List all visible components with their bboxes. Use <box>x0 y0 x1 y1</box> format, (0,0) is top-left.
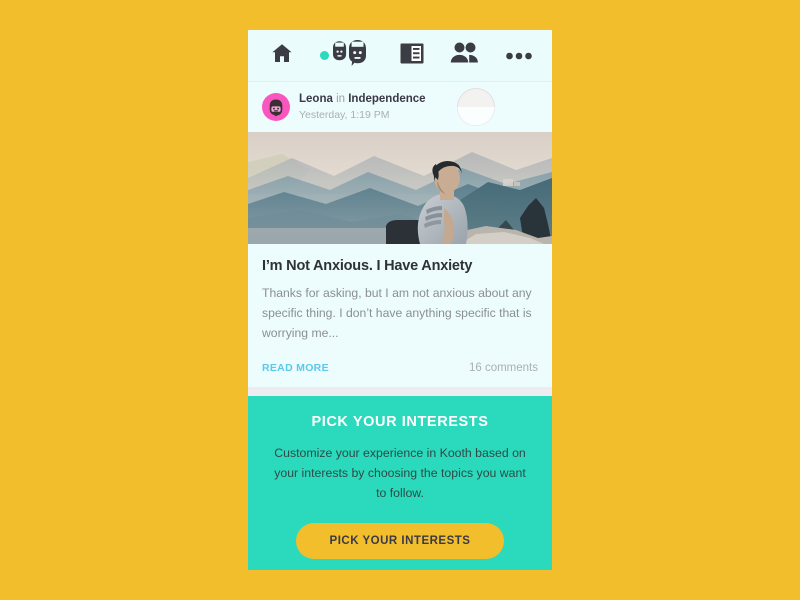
post-byline: Leona in Independence <box>299 92 426 106</box>
more-icon <box>506 47 532 65</box>
comment-count[interactable]: 16 comments <box>469 362 538 374</box>
post-group[interactable]: Independence <box>348 93 425 105</box>
post-timestamp: Yesterday, 1:19 PM <box>299 108 390 121</box>
chat-icon <box>332 40 374 71</box>
nav-item-chat[interactable] <box>320 40 374 71</box>
post-card: Leona in Independence Yesterday, 1:19 PM <box>248 82 552 388</box>
pick-interests-button[interactable]: PICK YOUR INTERESTS <box>295 523 505 560</box>
post-excerpt: Thanks for asking, but I am not anxious … <box>262 286 532 340</box>
nav-item-community[interactable] <box>450 42 480 69</box>
pick-interests-title: PICK YOUR INTERESTS <box>311 414 489 431</box>
card-divider <box>248 387 552 397</box>
nav-item-articles[interactable] <box>400 43 424 69</box>
post-body: I’m Not Anxious. I Have Anxiety Thanks f… <box>248 244 552 353</box>
nav-item-home[interactable] <box>270 41 294 70</box>
post-title[interactable]: I’m Not Anxious. I Have Anxiety <box>262 258 538 274</box>
feed-scroll-area[interactable]: Leona in Independence Yesterday, 1:19 PM <box>248 82 552 570</box>
post-meta: Leona in Independence Yesterday, 1:19 PM <box>299 92 426 122</box>
avatar[interactable] <box>262 93 290 121</box>
home-icon <box>270 41 294 70</box>
unread-badge-dot <box>320 51 329 60</box>
loading-ring-icon <box>457 88 495 126</box>
post-hero-image[interactable] <box>248 132 552 244</box>
post-footer: READ MORE 16 comments <box>248 353 552 387</box>
read-more-link[interactable]: READ MORE <box>262 362 329 374</box>
articles-icon <box>400 43 424 69</box>
byline-connector: in <box>336 93 346 106</box>
post-header: Leona in Independence Yesterday, 1:19 PM <box>248 82 552 132</box>
phone-screen: Leona in Independence Yesterday, 1:19 PM <box>248 30 552 570</box>
avatar-face-icon <box>269 99 283 117</box>
pick-interests-description: Customize your experience in Kooth based… <box>274 446 526 500</box>
post-author[interactable]: Leona <box>299 93 333 105</box>
pick-interests-card: PICK YOUR INTERESTS Customize your exper… <box>248 396 552 570</box>
top-navigation-bar <box>248 30 552 82</box>
nav-item-more[interactable] <box>506 47 532 65</box>
community-icon <box>450 42 480 69</box>
